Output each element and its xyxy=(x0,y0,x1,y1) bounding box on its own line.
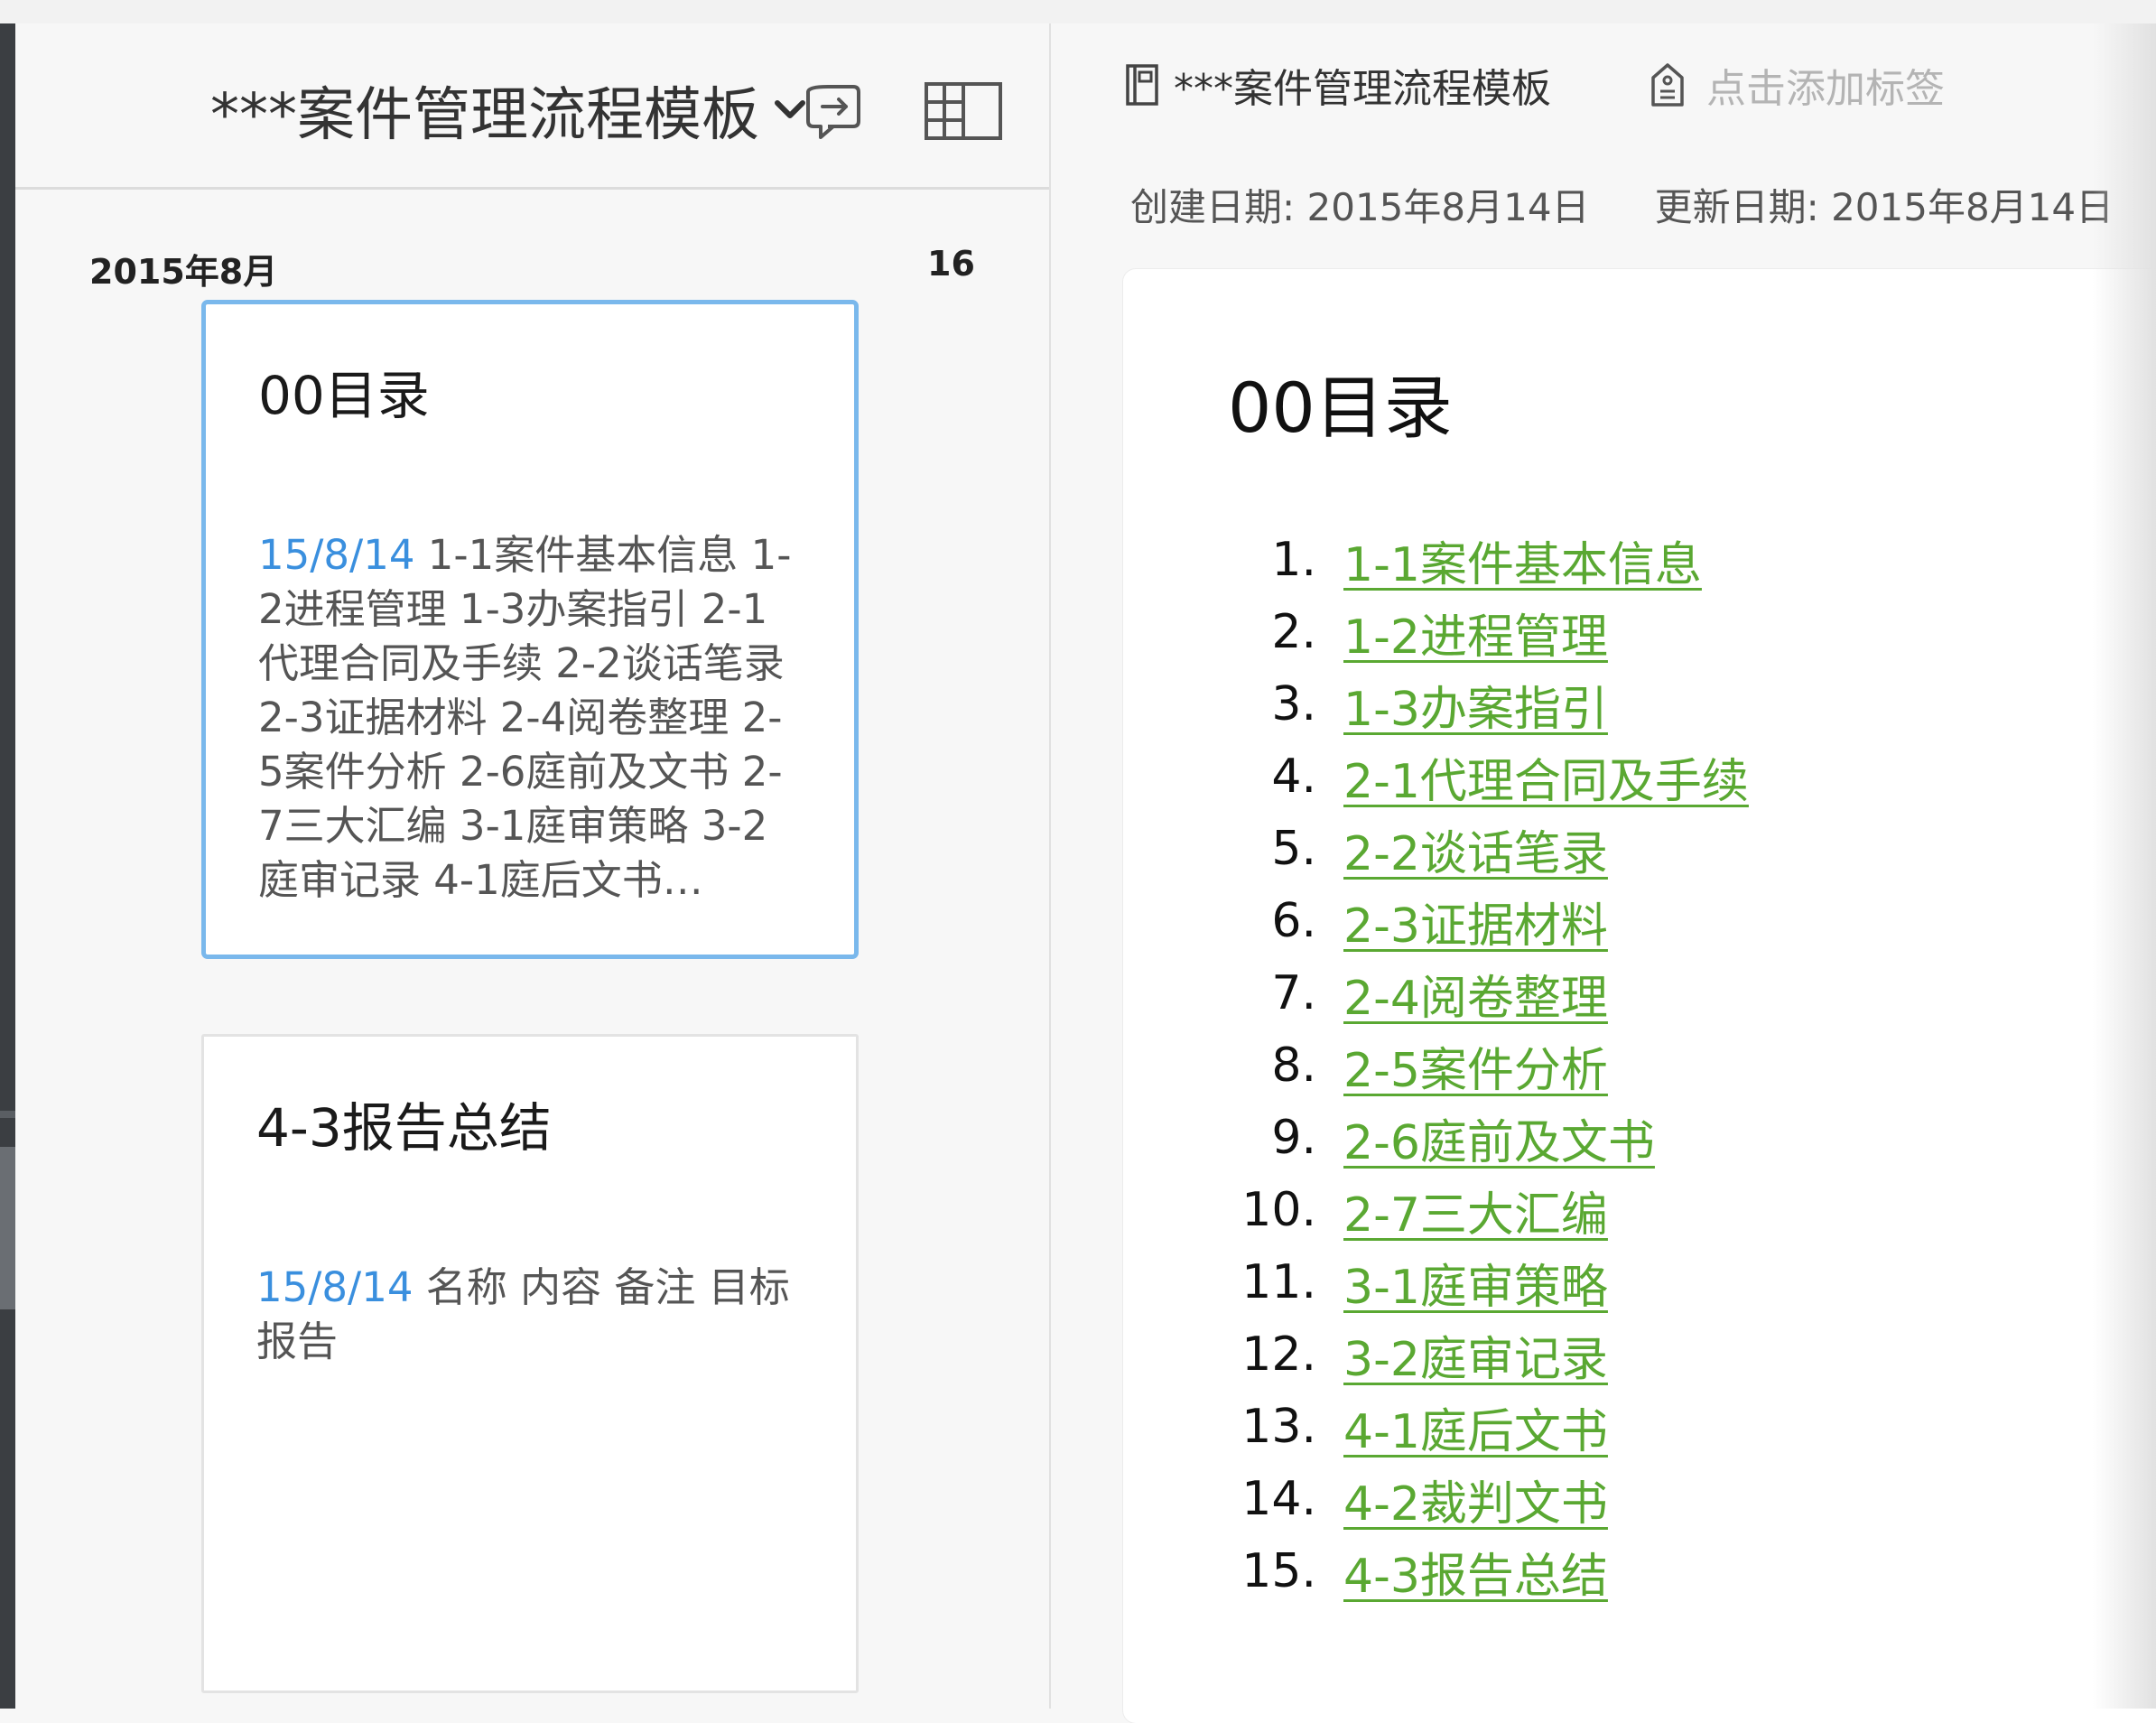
note-card-snippet: 15/8/14 名称 内容 备注 目标报告 xyxy=(256,1261,802,1369)
toc-item-number: 6. xyxy=(1271,894,1316,948)
editor-notebook-name: ***案件管理流程模板 xyxy=(1174,66,1551,112)
editor-meta-bar: ***案件管理流程模板 点击添加标签 xyxy=(1125,58,1945,112)
editor-content-area[interactable]: 00目录 1. 1-1案件基本信息 2. 1-2进程管理 3. 1-3办案指引 4. 2-1代… xyxy=(1123,269,2156,1723)
note-list-panel: ***案件管理流程模板 2015年8月 16 00目录 15/8/14 1-1案… xyxy=(15,23,1051,1709)
note-editor-panel: ***案件管理流程模板 点击添加标签 创建日期: 2015年8月14日 更新日期:… xyxy=(1051,23,2156,1723)
tag-icon xyxy=(1650,62,1685,107)
toc-item-number: 1. xyxy=(1271,533,1316,587)
toc-link[interactable]: 4-2裁判文书 xyxy=(1343,1466,1608,1533)
toc-link[interactable]: 2-2谈话笔录 xyxy=(1343,815,1608,883)
sidebar-edge-divider xyxy=(0,1111,15,1118)
add-tag-button[interactable]: 点击添加标签 xyxy=(1650,56,1945,114)
sidebar-edge-highlight[interactable] xyxy=(0,1147,15,1309)
note-card[interactable]: 4-3报告总结 15/8/14 名称 内容 备注 目标报告 xyxy=(201,1034,859,1693)
note-group-count: 16 xyxy=(927,244,975,284)
editor-notebook-selector[interactable]: ***案件管理流程模板 xyxy=(1125,56,1551,114)
toc-item: 13. 4-1庭后文书 xyxy=(1123,1391,2116,1463)
add-tag-placeholder: 点击添加标签 xyxy=(1706,66,1945,112)
toc-item: 11. 3-1庭审策略 xyxy=(1123,1246,2116,1318)
toc-item-number: 10. xyxy=(1241,1183,1316,1237)
window-top-strip xyxy=(0,0,2156,25)
sidebar-edge xyxy=(0,23,15,1709)
toc-link[interactable]: 1-2进程管理 xyxy=(1343,599,1608,666)
toc-item: 12. 3-2庭审记录 xyxy=(1123,1318,2116,1391)
note-card-title: 4-3报告总结 xyxy=(256,1097,552,1159)
note-card-selected[interactable]: 00目录 15/8/14 1-1案件基本信息 1-2进程管理 1-3办案指引 2… xyxy=(201,300,859,959)
toc-link[interactable]: 2-5案件分析 xyxy=(1343,1032,1608,1100)
toc-link[interactable]: 4-3报告总结 xyxy=(1343,1538,1608,1606)
created-date: 创建日期: 2015年8月14日 xyxy=(1130,185,1590,229)
notebook-icon xyxy=(1125,63,1159,107)
toc-link[interactable]: 1-3办案指引 xyxy=(1343,671,1608,739)
toc-link[interactable]: 4-1庭后文书 xyxy=(1343,1393,1608,1461)
note-title[interactable]: 00目录 xyxy=(1228,352,1453,452)
notebook-selector[interactable]: ***案件管理流程模板 xyxy=(210,74,808,149)
notebook-title: ***案件管理流程模板 xyxy=(210,82,759,149)
toc-item-number: 4. xyxy=(1271,750,1316,804)
toc-item: 9. 2-6庭前及文书 xyxy=(1123,1102,2116,1174)
toc-item: 1. 1-1案件基本信息 xyxy=(1123,524,2116,596)
toc-item: 6. 2-3证据材料 xyxy=(1123,885,2116,957)
toc-item-number: 13. xyxy=(1241,1400,1316,1454)
toc-item: 15. 4-3报告总结 xyxy=(1123,1535,2116,1607)
toc-item: 10. 2-7三大汇编 xyxy=(1123,1174,2116,1246)
toc-item-number: 8. xyxy=(1271,1038,1316,1093)
toc-item-number: 5. xyxy=(1271,822,1316,876)
toc-item: 7. 2-4阅卷整理 xyxy=(1123,957,2116,1029)
table-of-contents: 1. 1-1案件基本信息 2. 1-2进程管理 3. 1-3办案指引 4. 2-1代理合同及手… xyxy=(1123,524,2116,1607)
note-card-title: 00目录 xyxy=(258,365,430,426)
toc-item-number: 9. xyxy=(1271,1111,1316,1165)
note-card-snippet: 15/8/14 1-1案件基本信息 1-2进程管理 1-3办案指引 2-1代理合… xyxy=(258,528,800,908)
toc-item-number: 15. xyxy=(1241,1544,1316,1598)
note-card-text: 1-1案件基本信息 1-2进程管理 1-3办案指引 2-1代理合同及手续 2-2… xyxy=(258,531,792,904)
layout-toggle-icon xyxy=(924,81,1003,144)
view-toggle-button[interactable] xyxy=(918,74,1008,152)
note-group-month: 2015年8月 xyxy=(89,252,278,292)
share-button[interactable] xyxy=(794,74,871,152)
toc-link[interactable]: 2-1代理合同及手续 xyxy=(1343,743,1749,811)
toc-item-number: 12. xyxy=(1241,1327,1316,1382)
note-list-header: ***案件管理流程模板 xyxy=(15,23,1049,190)
toc-link[interactable]: 3-1庭审策略 xyxy=(1343,1249,1608,1317)
note-card-date: 15/8/14 xyxy=(256,1263,414,1311)
toc-link[interactable]: 2-3证据材料 xyxy=(1343,888,1608,955)
toc-link[interactable]: 2-4阅卷整理 xyxy=(1343,960,1608,1028)
toc-item: 8. 2-5案件分析 xyxy=(1123,1029,2116,1102)
toc-item: 5. 2-2谈话笔录 xyxy=(1123,813,2116,885)
toc-link[interactable]: 3-2庭审记录 xyxy=(1343,1321,1608,1389)
toc-item: 3. 1-3办案指引 xyxy=(1123,668,2116,740)
toc-link[interactable]: 2-7三大汇编 xyxy=(1343,1177,1608,1244)
share-icon xyxy=(801,79,864,146)
editor-date-info: 创建日期: 2015年8月14日 更新日期: 2015年8月14日 xyxy=(1130,177,2114,232)
toc-item-number: 3. xyxy=(1271,677,1316,731)
toc-link[interactable]: 1-1案件基本信息 xyxy=(1343,526,1702,594)
toc-item: 4. 2-1代理合同及手续 xyxy=(1123,740,2116,813)
toc-item-number: 11. xyxy=(1241,1255,1316,1309)
toc-item-number: 7. xyxy=(1271,966,1316,1020)
toc-item: 2. 1-2进程管理 xyxy=(1123,596,2116,668)
toc-item-number: 14. xyxy=(1241,1472,1316,1526)
toc-item: 14. 4-2裁判文书 xyxy=(1123,1463,2116,1535)
toc-item-number: 2. xyxy=(1271,605,1316,659)
note-card-date: 15/8/14 xyxy=(258,531,415,579)
toc-link[interactable]: 2-6庭前及文书 xyxy=(1343,1104,1655,1172)
updated-date: 更新日期: 2015年8月14日 xyxy=(1654,185,2114,229)
